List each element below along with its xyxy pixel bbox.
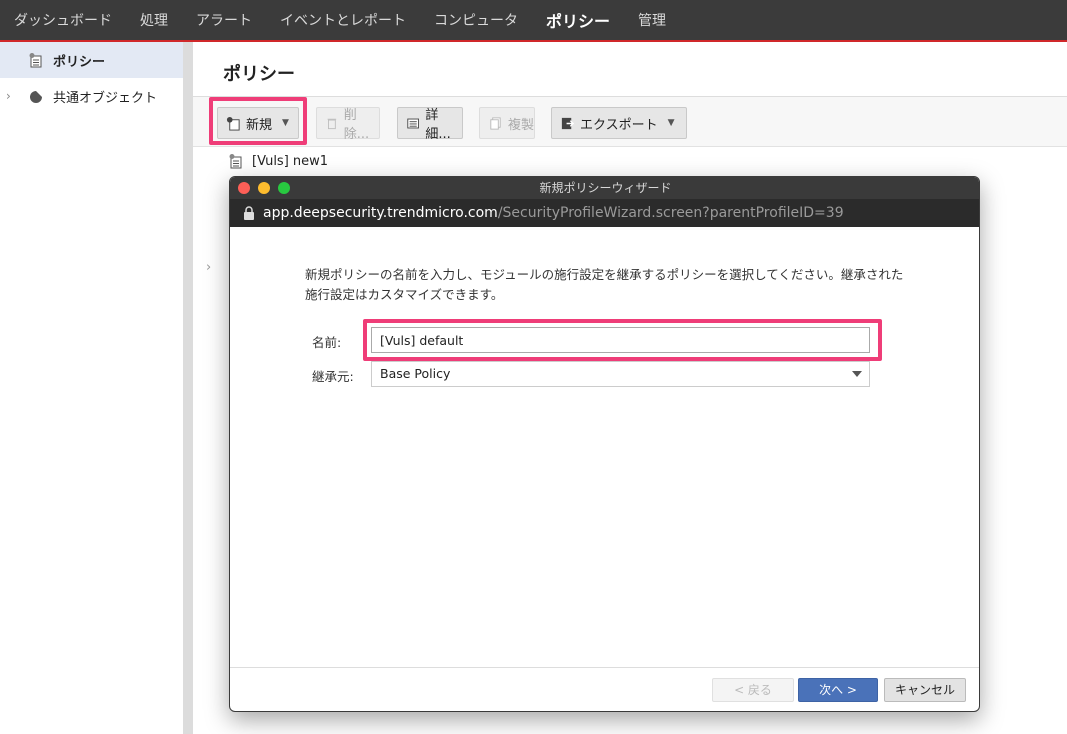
url-host: app.deepsecurity.trendmicro.com [263,205,498,221]
policy-icon [229,154,242,169]
sidebar-item-label: ポリシー [53,54,106,70]
close-window-button[interactable] [238,182,250,194]
chevron-down-icon [852,371,862,377]
export-button[interactable]: エクスポート ▼ [551,107,687,139]
nav-computers[interactable]: コンピュータ [434,10,518,30]
nav-actions[interactable]: 処理 [140,10,168,30]
page-title: ポリシー [223,64,295,85]
chevron-right-icon[interactable]: › [6,89,11,103]
sidebar-scrollbar[interactable] [183,42,193,734]
sidebar-item-common-objects[interactable]: › 共通オブジェクト [0,78,183,114]
new-policy-wizard-dialog: 新規ポリシーウィザード app.deepsecurity.trendmicro.… [229,176,980,712]
name-input-highlight [363,319,882,361]
duplicate-button[interactable]: 複製 [479,107,535,139]
nav-events-reports[interactable]: イベントとレポート [280,10,406,30]
duplicate-button-label: 複製 [508,117,535,133]
policy-tree-item[interactable]: [Vuls] new1 [228,153,328,169]
url-bar: app.deepsecurity.trendmicro.com/Security… [230,199,979,227]
dialog-titlebar: 新規ポリシーウィザード [230,177,979,199]
policy-icon [29,53,42,68]
export-button-label: エクスポート [580,117,658,133]
name-label: 名前: [312,335,342,350]
trash-icon [327,118,337,129]
inherit-from-select[interactable]: Base Policy [371,361,870,387]
details-button[interactable]: 詳細... [397,107,463,142]
lock-icon [244,206,254,220]
url-path: /SecurityProfileWizard.screen?parentProf… [497,205,844,221]
dialog-title: 新規ポリシーウィザード [539,181,672,195]
cancel-button[interactable]: キャンセル [884,678,966,702]
tree-item-label: [Vuls] new1 [252,153,329,169]
toolbar: 新規 ▼ 削除... 詳細... 複製 エクスポート ▼ [193,97,1067,147]
divider [230,667,979,668]
sidebar-item-label: 共通オブジェクト [53,90,158,106]
details-icon [407,118,419,128]
duplicate-icon [490,116,501,130]
details-button-label: 詳細... [425,108,451,142]
nav-dashboard[interactable]: ダッシュボード [14,10,112,30]
delete-button[interactable]: 削除... [316,107,380,142]
next-button[interactable]: 次へ > [798,678,878,702]
chevron-right-icon[interactable]: › [206,260,211,275]
maximize-window-button[interactable] [278,182,290,194]
common-objects-icon [30,91,42,103]
inherit-label: 継承元: [312,369,354,384]
nav-alerts[interactable]: アラート [196,10,252,30]
minimize-window-button[interactable] [258,182,270,194]
nav-policies[interactable]: ポリシー [546,8,610,32]
new-button-highlight [209,97,307,145]
sidebar: ポリシー › 共通オブジェクト [0,42,183,734]
inherit-selected-value: Base Policy [380,366,451,381]
chevron-down-icon: ▼ [667,118,675,128]
nav-administration[interactable]: 管理 [638,10,666,30]
wizard-description: 新規ポリシーの名前を入力し、モジュールの施行設定を継承するポリシーを選択してくだ… [305,267,904,302]
back-button[interactable]: < 戻る [712,678,794,702]
sidebar-item-policies[interactable]: ポリシー [0,42,183,78]
export-icon [561,117,575,129]
top-nav: ダッシュボード 処理 アラート イベントとレポート コンピュータ ポリシー 管理 [0,0,1067,42]
delete-button-label: 削除... [343,108,370,142]
